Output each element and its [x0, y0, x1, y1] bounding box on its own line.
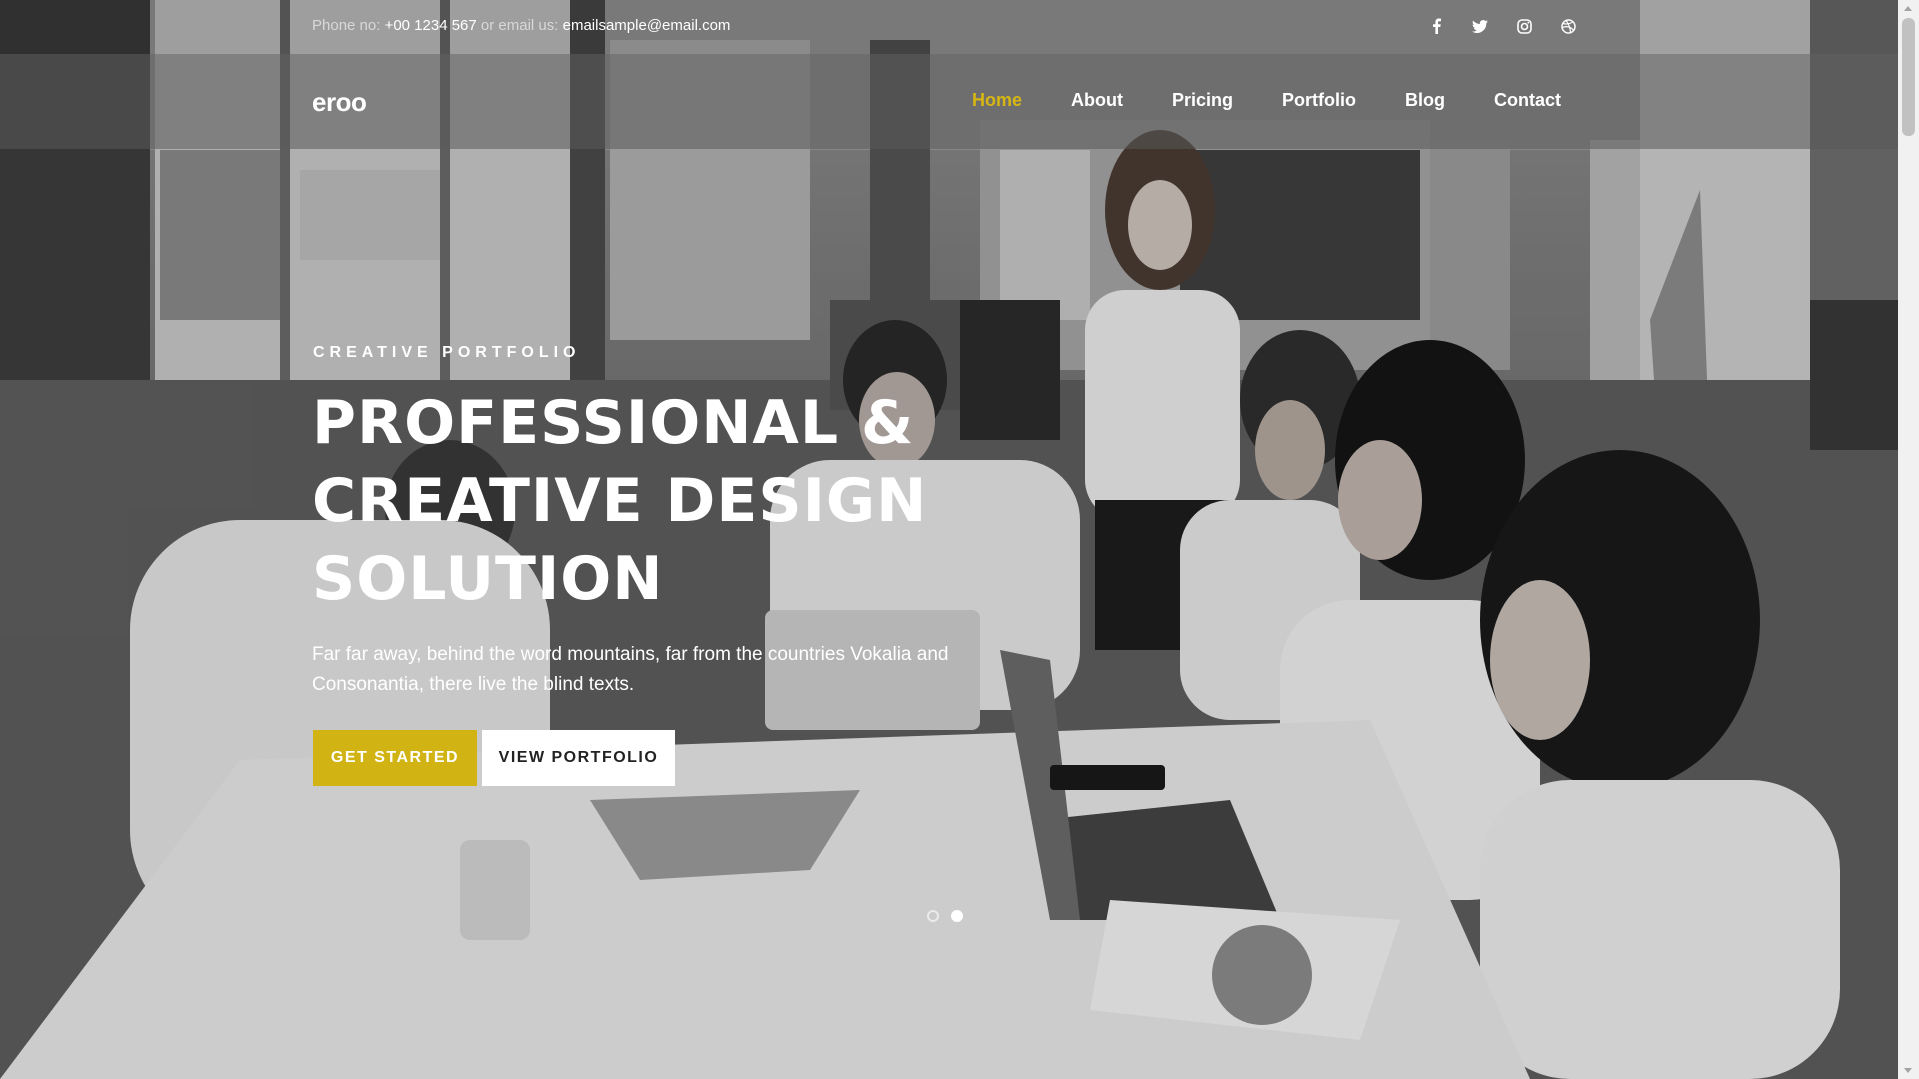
scrollbar-thumb[interactable]: [1902, 18, 1915, 136]
hero-description: Far far away, behind the word mountains,…: [312, 644, 949, 695]
email-value[interactable]: emailsample@email.com: [563, 17, 731, 34]
hero-headline-line-3: SOLUTION: [312, 544, 664, 614]
hero-headline-line-1: PROFESSIONAL &: [312, 388, 915, 458]
nav-item-contact[interactable]: Contact: [1494, 90, 1561, 111]
scroll-up-arrow-icon[interactable]: [1904, 6, 1912, 11]
phone-value[interactable]: +00 1234 567: [385, 17, 477, 34]
nav-item-pricing[interactable]: Pricing: [1172, 90, 1233, 111]
hero-eyebrow: CREATIVE PORTFOLIO: [313, 344, 581, 361]
nav-item-about[interactable]: About: [1071, 90, 1123, 111]
nav-item-home[interactable]: Home: [972, 90, 1022, 111]
main-nav: Home About Pricing Portfolio Blog Contac…: [972, 90, 1561, 111]
email-label: or email us:: [476, 17, 563, 34]
page-scrollbar[interactable]: [1898, 0, 1919, 1079]
social-links: [1414, 14, 1590, 38]
main-navbar: eroo Home About Pricing Portfolio Blog C…: [0, 54, 1898, 149]
dribbble-icon[interactable]: [1546, 14, 1590, 38]
site-logo[interactable]: eroo: [312, 87, 367, 118]
view-portfolio-button[interactable]: VIEW PORTFOLIO: [482, 730, 675, 786]
twitter-icon[interactable]: [1458, 14, 1502, 38]
topbar: Phone no: +00 1234 567 or email us: emai…: [0, 0, 1898, 54]
hero-headline: PROFESSIONAL & CREATIVE DESIGN SOLUTION: [312, 384, 1012, 618]
nav-item-portfolio[interactable]: Portfolio: [1282, 90, 1356, 111]
slider-dot-2[interactable]: [951, 910, 963, 922]
facebook-icon[interactable]: [1414, 14, 1458, 38]
phone-label: Phone no:: [312, 17, 385, 34]
nav-item-blog[interactable]: Blog: [1405, 90, 1445, 111]
scroll-down-arrow-icon[interactable]: [1904, 1068, 1912, 1073]
instagram-icon[interactable]: [1502, 14, 1546, 38]
slider-dots: [927, 910, 963, 922]
get-started-button[interactable]: GET STARTED: [313, 730, 477, 786]
slider-dot-1[interactable]: [927, 910, 939, 922]
hero-headline-line-2: CREATIVE DESIGN: [312, 466, 928, 536]
contact-info: Phone no: +00 1234 567 or email us: emai…: [312, 17, 730, 34]
